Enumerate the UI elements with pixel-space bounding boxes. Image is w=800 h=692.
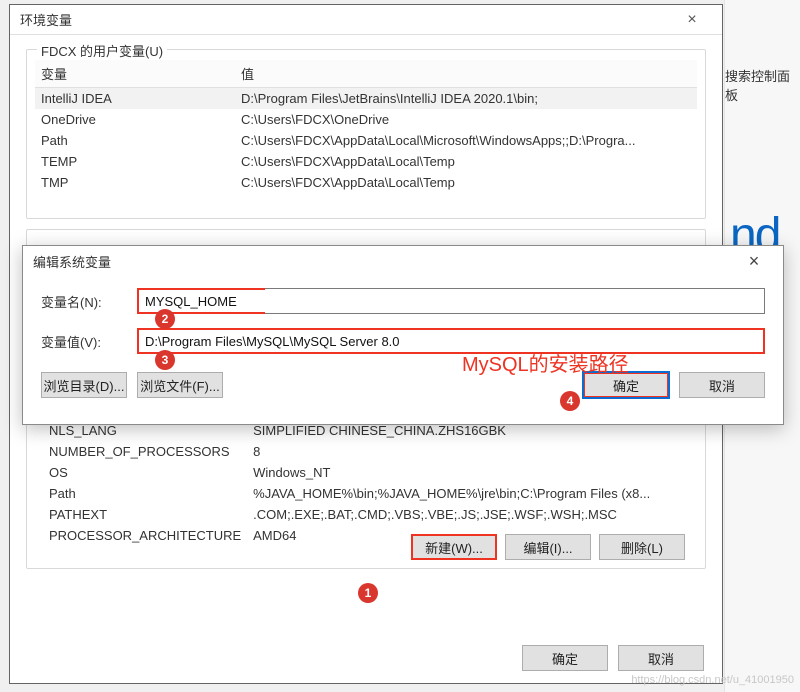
table-row[interactable]: PathC:\Users\FDCX\AppData\Local\Microsof… bbox=[35, 130, 697, 151]
table-row[interactable]: TMPC:\Users\FDCX\AppData\Local\Temp bbox=[35, 172, 697, 193]
env-dialog-titlebar: 环境变量 × bbox=[10, 5, 722, 35]
user-vars-table[interactable]: 变量 值 IntelliJ IDEAD:\Program Files\JetBr… bbox=[35, 60, 697, 193]
table-row[interactable]: OneDriveC:\Users\FDCX\OneDrive bbox=[35, 109, 697, 130]
table-row[interactable]: Path%JAVA_HOME%\bin;%JAVA_HOME%\jre\bin;… bbox=[43, 483, 689, 504]
annotation-circle-3: 3 bbox=[155, 350, 175, 370]
edit-dialog-title: 编辑系统变量 bbox=[33, 252, 111, 271]
env-cancel-button[interactable]: 取消 bbox=[618, 645, 704, 671]
table-row[interactable]: OSWindows_NT bbox=[43, 462, 689, 483]
variable-value-label: 变量值(V): bbox=[41, 332, 137, 351]
edit-dialog-titlebar: 编辑系统变量 × bbox=[23, 246, 783, 276]
variable-name-input[interactable] bbox=[137, 288, 267, 314]
variable-name-input-ext[interactable] bbox=[265, 288, 765, 314]
watermark: https://blog.csdn.net/u_41001950 bbox=[631, 674, 794, 686]
annotation-text: MySQL的安装路径 bbox=[462, 348, 629, 377]
table-row[interactable]: IntelliJ IDEAD:\Program Files\JetBrains\… bbox=[35, 88, 697, 110]
env-ok-button[interactable]: 确定 bbox=[522, 645, 608, 671]
edit-system-variable-dialog: 编辑系统变量 × 变量名(N): 变量值(V): 浏览目录(D)... 浏览文件… bbox=[22, 245, 784, 425]
close-icon[interactable]: × bbox=[735, 251, 773, 272]
annotation-circle-4: 4 bbox=[560, 391, 580, 411]
table-row[interactable]: PATHEXT.COM;.EXE;.BAT;.CMD;.VBS;.VBE;.JS… bbox=[43, 504, 689, 525]
edit-cancel-button[interactable]: 取消 bbox=[679, 372, 765, 398]
edit-button[interactable]: 编辑(I)... bbox=[505, 534, 591, 560]
user-vars-title: FDCX 的用户变量(U) bbox=[37, 41, 167, 60]
browse-directory-button[interactable]: 浏览目录(D)... bbox=[41, 372, 127, 398]
annotation-circle-1: 1 bbox=[358, 583, 378, 603]
col-value[interactable]: 值 bbox=[235, 60, 697, 88]
user-variables-group: FDCX 的用户变量(U) 变量 值 IntelliJ IDEAD:\Progr… bbox=[26, 49, 706, 219]
close-icon[interactable]: × bbox=[672, 11, 712, 29]
variable-name-label: 变量名(N): bbox=[41, 292, 137, 311]
table-row[interactable]: TEMPC:\Users\FDCX\AppData\Local\Temp bbox=[35, 151, 697, 172]
annotation-circle-2: 2 bbox=[155, 309, 175, 329]
browse-file-button[interactable]: 浏览文件(F)... bbox=[137, 372, 223, 398]
table-row[interactable]: NUMBER_OF_PROCESSORS8 bbox=[43, 441, 689, 462]
col-variable[interactable]: 变量 bbox=[35, 60, 235, 88]
variable-value-input[interactable] bbox=[137, 328, 765, 354]
delete-button[interactable]: 删除(L) bbox=[599, 534, 685, 560]
env-dialog-title: 环境变量 bbox=[20, 10, 72, 29]
bg-search-text: 搜索控制面板 bbox=[725, 66, 794, 104]
new-button[interactable]: 新建(W)... bbox=[411, 534, 497, 560]
